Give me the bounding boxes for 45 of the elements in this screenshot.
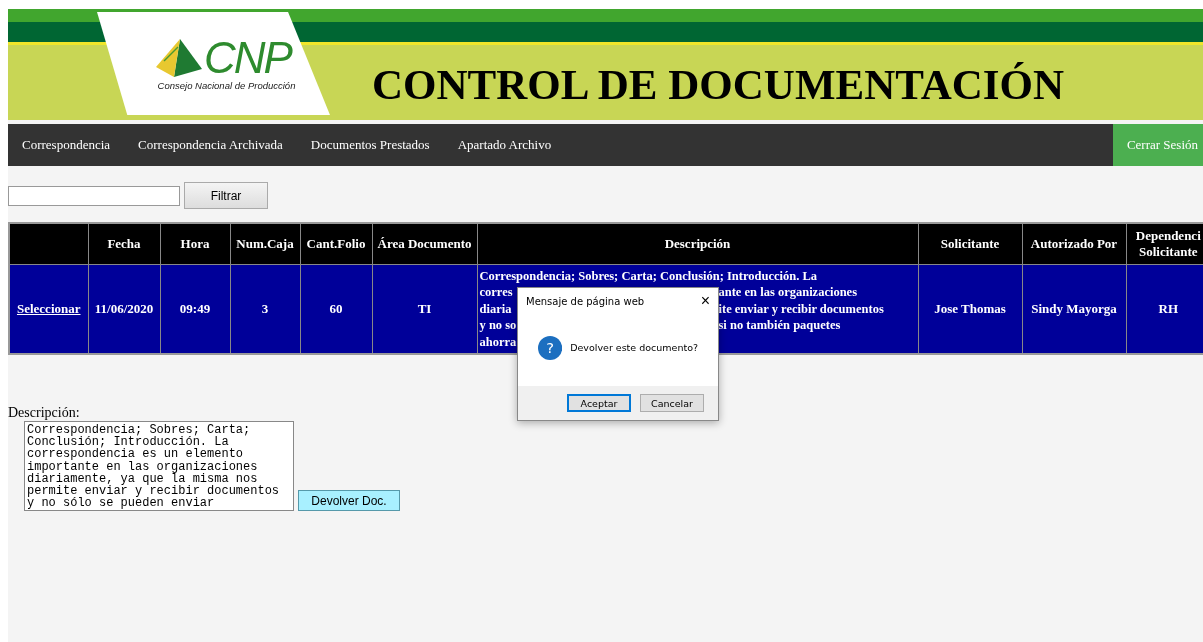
dialog-button[interactable]: Aceptar: [567, 394, 631, 412]
nav-link[interactable]: Documentos Prestados: [296, 124, 444, 166]
column-header: Fecha: [88, 223, 160, 265]
dialog-button[interactable]: Cancelar: [640, 394, 704, 412]
column-header: Autorizado Por: [1022, 223, 1126, 265]
column-header: Descripción: [477, 223, 918, 265]
page-title: CONTROL DE DOCUMENTACIÓN: [372, 60, 1065, 109]
table-cell: 3: [230, 264, 300, 354]
column-header: Cant.Folio: [300, 223, 372, 265]
column-header: Num.Caja: [230, 223, 300, 265]
nav-link[interactable]: Correspondencia: [8, 124, 125, 166]
column-header: Solicitante: [918, 223, 1022, 265]
column-header: Hora: [160, 223, 230, 265]
cell-text: ite enviar y recibir documentos: [718, 300, 884, 318]
select-link[interactable]: Seleccionar: [16, 301, 81, 316]
cell-text: diaria: [479, 300, 512, 318]
nav-link[interactable]: Correspondencia Archivada: [124, 124, 297, 166]
table-cell: 11/06/2020: [88, 264, 160, 354]
table-cell: Jose Thomas: [918, 264, 1022, 354]
nav-link[interactable]: Apartado Archivo: [443, 124, 566, 166]
pyramid-icon: [156, 39, 203, 77]
cell-text: y no so: [479, 317, 517, 334]
column-header: Área Documento: [372, 223, 477, 265]
table-cell: 09:49: [160, 264, 230, 354]
column-header: Dependenci Solicitante: [1126, 223, 1203, 265]
filter-button[interactable]: Filtrar: [184, 182, 268, 209]
question-icon: ?: [538, 333, 563, 362]
dialog-title: Mensaje de página web: [526, 295, 645, 307]
description-label: Descripción:: [8, 405, 81, 421]
cell-text: corres: [479, 284, 513, 301]
description-textarea[interactable]: Correspondencia; Sobres; Carta; Conclusión; Introducción. La correspondencia es un elemento importante en las organizaciones diariamente, ya que la misma nos permite enviar y recibir documentos y no sólo se pueden enviar: [24, 421, 294, 511]
table-cell: TI: [372, 264, 477, 354]
cell-text: Correspondencia; Sobres; Carta; Conclusión; Introducción. La: [479, 267, 818, 285]
logo-text: CNP: [204, 36, 291, 80]
table-cell: 60: [300, 264, 372, 354]
cell-text: ante en las organizaciones: [718, 284, 858, 301]
cell-text: ahorra: [479, 333, 517, 351]
return-document-button[interactable]: Devolver Doc.: [298, 490, 400, 511]
cell-text: si no también paquetes: [718, 317, 841, 334]
dialog-message: Devolver este documento?: [570, 342, 698, 353]
table-cell: RH: [1126, 264, 1203, 354]
table-cell: Sindy Mayorga: [1022, 264, 1126, 354]
logo-subtitle: Consejo Nacional de Producción: [157, 80, 296, 91]
close-button[interactable]: ×: [700, 293, 710, 309]
filter-field[interactable]: [8, 185, 180, 206]
